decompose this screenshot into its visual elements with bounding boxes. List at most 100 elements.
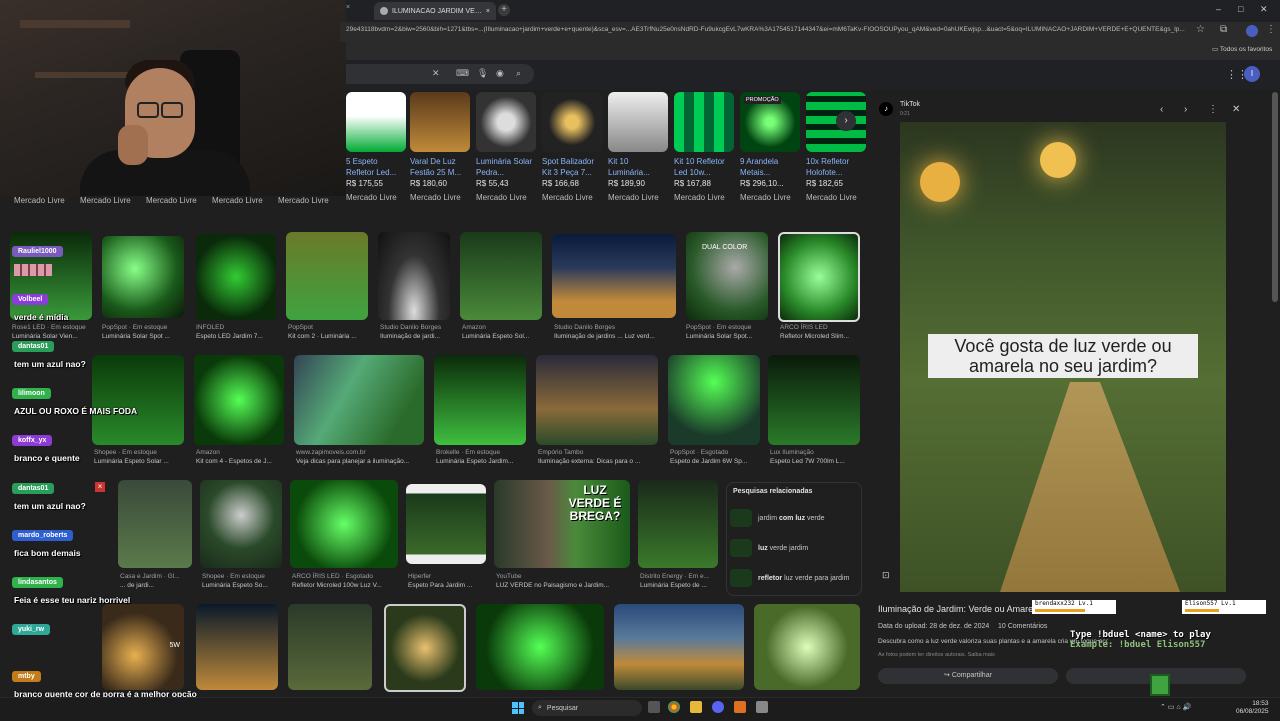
preview-copyright[interactable]: As fotos podem ter direitos autorais. Sa… — [878, 652, 995, 658]
result-image[interactable] — [638, 480, 718, 568]
close-window-button[interactable]: ✕ — [1260, 4, 1268, 15]
task-view-icon[interactable] — [648, 701, 660, 713]
related-search-item[interactable]: jardim com luz verde — [730, 507, 858, 529]
search-input[interactable] — [346, 64, 534, 84]
taskbar-search[interactable]: ⌕ Pesquisar — [532, 700, 642, 716]
file-explorer-icon[interactable] — [690, 701, 702, 713]
shopping-item[interactable]: Kit 10 Luminária... R$ 189,90 Mercado Li… — [608, 92, 668, 203]
result-image[interactable] — [286, 232, 368, 320]
shopping-next-button[interactable]: › — [836, 111, 856, 131]
system-tray[interactable]: ⌃ ▭ ⌂ 🔊 — [1160, 703, 1191, 711]
app-icon[interactable] — [734, 701, 746, 713]
share-button[interactable]: ↪ Compartilhar — [878, 668, 1058, 684]
preview-more-icon[interactable]: ⋮ — [1208, 104, 1218, 115]
url-text[interactable]: 29e43118bvdm=2&biw=2560&bih=1271&tbs=...… — [346, 26, 1186, 33]
profile-avatar[interactable] — [1246, 25, 1258, 37]
google-avatar[interactable]: I — [1244, 66, 1260, 82]
result-image-selected[interactable] — [778, 232, 860, 322]
shopping-item[interactable]: 10x Refletor Holofote... R$ 182,65 Merca… — [806, 92, 866, 203]
shopping-item[interactable]: PROMOÇÃO 9 Arandela Metais... R$ 296,10.… — [740, 92, 800, 203]
google-lens-icon[interactable]: ⊡ — [882, 570, 890, 581]
shelf — [20, 20, 130, 28]
search-icon[interactable]: ⌕ — [516, 68, 521, 79]
maximize-button[interactable]: □ — [1238, 4, 1243, 14]
result-image[interactable] — [668, 355, 760, 445]
product-title: Kit 10 Refletor Led 10w... — [674, 157, 725, 177]
product-title: 10x Refletor Holofote... — [806, 157, 850, 177]
discord-icon[interactable] — [712, 701, 724, 713]
result-caption: PopSpot · Em estoque Luminária Solar Spot… — [102, 324, 170, 340]
store-label: Mercado Livre — [146, 196, 197, 205]
result-image[interactable] — [476, 604, 604, 690]
result-image[interactable] — [118, 480, 192, 568]
previous-tab-close-icon[interactable]: × — [346, 4, 350, 11]
shopping-item[interactable]: Kit 10 Refletor Led 10w... R$ 167,88 Mer… — [674, 92, 734, 203]
result-caption: www.zapimoveis.com.br Veja dicas para pla… — [296, 449, 410, 465]
result-image[interactable] — [200, 480, 282, 568]
product-title: Spot Balizador Kit 3 Peça 7... — [542, 157, 595, 177]
shopping-item[interactable]: Varal De Luz Festão 25 M... R$ 180,60 Me… — [410, 92, 470, 203]
result-image[interactable] — [614, 604, 744, 690]
page-scrollbar[interactable] — [1272, 92, 1278, 302]
product-store: Mercado Livre — [740, 193, 791, 202]
result-image[interactable] — [290, 480, 398, 568]
preview-source[interactable]: TikTok — [900, 101, 920, 108]
new-tab-button[interactable]: + — [498, 4, 510, 16]
preview-close-button[interactable]: ✕ — [1232, 104, 1240, 115]
tab-close-icon[interactable]: × — [486, 8, 490, 15]
result-image[interactable] — [460, 232, 542, 320]
preview-prev-button[interactable]: ‹ — [1160, 104, 1163, 115]
result-image[interactable] — [406, 484, 486, 564]
webcam-feed — [0, 0, 346, 196]
result-image[interactable]: DUAL COLOR — [686, 232, 768, 320]
keyboard-icon[interactable]: ⌨ — [456, 68, 469, 79]
lantern — [920, 162, 960, 202]
shopping-item[interactable]: 5 Espeto Refletor Led... R$ 175,55 Merca… — [346, 92, 406, 203]
result-image[interactable] — [196, 604, 278, 690]
preview-title[interactable]: Iluminação de Jardim: Verde ou Amarela? — [878, 604, 1045, 614]
preview-next-button[interactable]: › — [1184, 104, 1187, 115]
result-image[interactable] — [434, 355, 526, 445]
extensions-icon[interactable]: ⧉ — [1220, 24, 1227, 35]
lens-icon[interactable]: ◉ — [496, 68, 504, 79]
product-price: R$ 175,55 — [346, 179, 383, 188]
glasses — [161, 102, 183, 118]
result-image[interactable] — [768, 355, 860, 445]
result-image[interactable] — [288, 604, 372, 690]
shopping-item[interactable]: Luminária Solar Pedra... R$ 55,43 Mercad… — [476, 92, 536, 203]
mic-icon[interactable]: 🎙 — [477, 68, 488, 79]
product-title: Kit 10 Luminária... — [608, 157, 650, 177]
windows-start-icon[interactable] — [512, 702, 524, 714]
chat-message: tem um azul nao? — [14, 359, 86, 369]
related-thumb — [730, 569, 752, 587]
result-image[interactable] — [552, 234, 676, 318]
result-image[interactable]: 5W — [102, 604, 184, 690]
clear-search-icon[interactable]: ✕ — [432, 68, 440, 79]
taskbar-clock[interactable]: 18:53 06/08/2025 — [1236, 700, 1269, 716]
related-search-item[interactable]: refletor luz verde para jardim — [730, 567, 858, 589]
app-icon[interactable] — [756, 701, 768, 713]
duel-hp-bar — [1035, 609, 1086, 612]
result-image[interactable] — [536, 355, 658, 445]
browser-tab[interactable]: ILUMINACAO JARDIM VERDE E × — [374, 2, 496, 20]
result-image[interactable] — [384, 604, 466, 692]
browser-menu-icon[interactable]: ⋮ — [1266, 24, 1276, 35]
chrome-icon[interactable] — [668, 701, 680, 713]
result-caption: Amazon Kit com 4 - Espetos de J... — [196, 449, 272, 465]
product-price: R$ 182,65 — [806, 179, 843, 188]
result-image[interactable] — [196, 234, 276, 320]
chat-close-icon[interactable]: × — [95, 482, 105, 492]
bookmark-star-icon[interactable]: ☆ — [1196, 24, 1205, 35]
related-search-item[interactable]: luz verde jardim — [730, 537, 858, 559]
result-image[interactable] — [378, 232, 450, 320]
result-image-video[interactable]: LUZ VERDE É BREGA? — [494, 480, 630, 568]
minimize-button[interactable]: – — [1216, 4, 1221, 14]
result-image[interactable] — [102, 236, 184, 318]
product-image: PROMOÇÃO — [740, 92, 800, 152]
all-favorites-link[interactable]: ▭ Todos os favoritos — [1212, 45, 1272, 53]
result-image[interactable] — [294, 355, 424, 445]
result-image[interactable] — [92, 355, 184, 445]
result-image[interactable] — [754, 604, 860, 690]
shopping-item[interactable]: Spot Balizador Kit 3 Peça 7... R$ 166,68… — [542, 92, 602, 203]
result-image[interactable] — [194, 355, 284, 445]
